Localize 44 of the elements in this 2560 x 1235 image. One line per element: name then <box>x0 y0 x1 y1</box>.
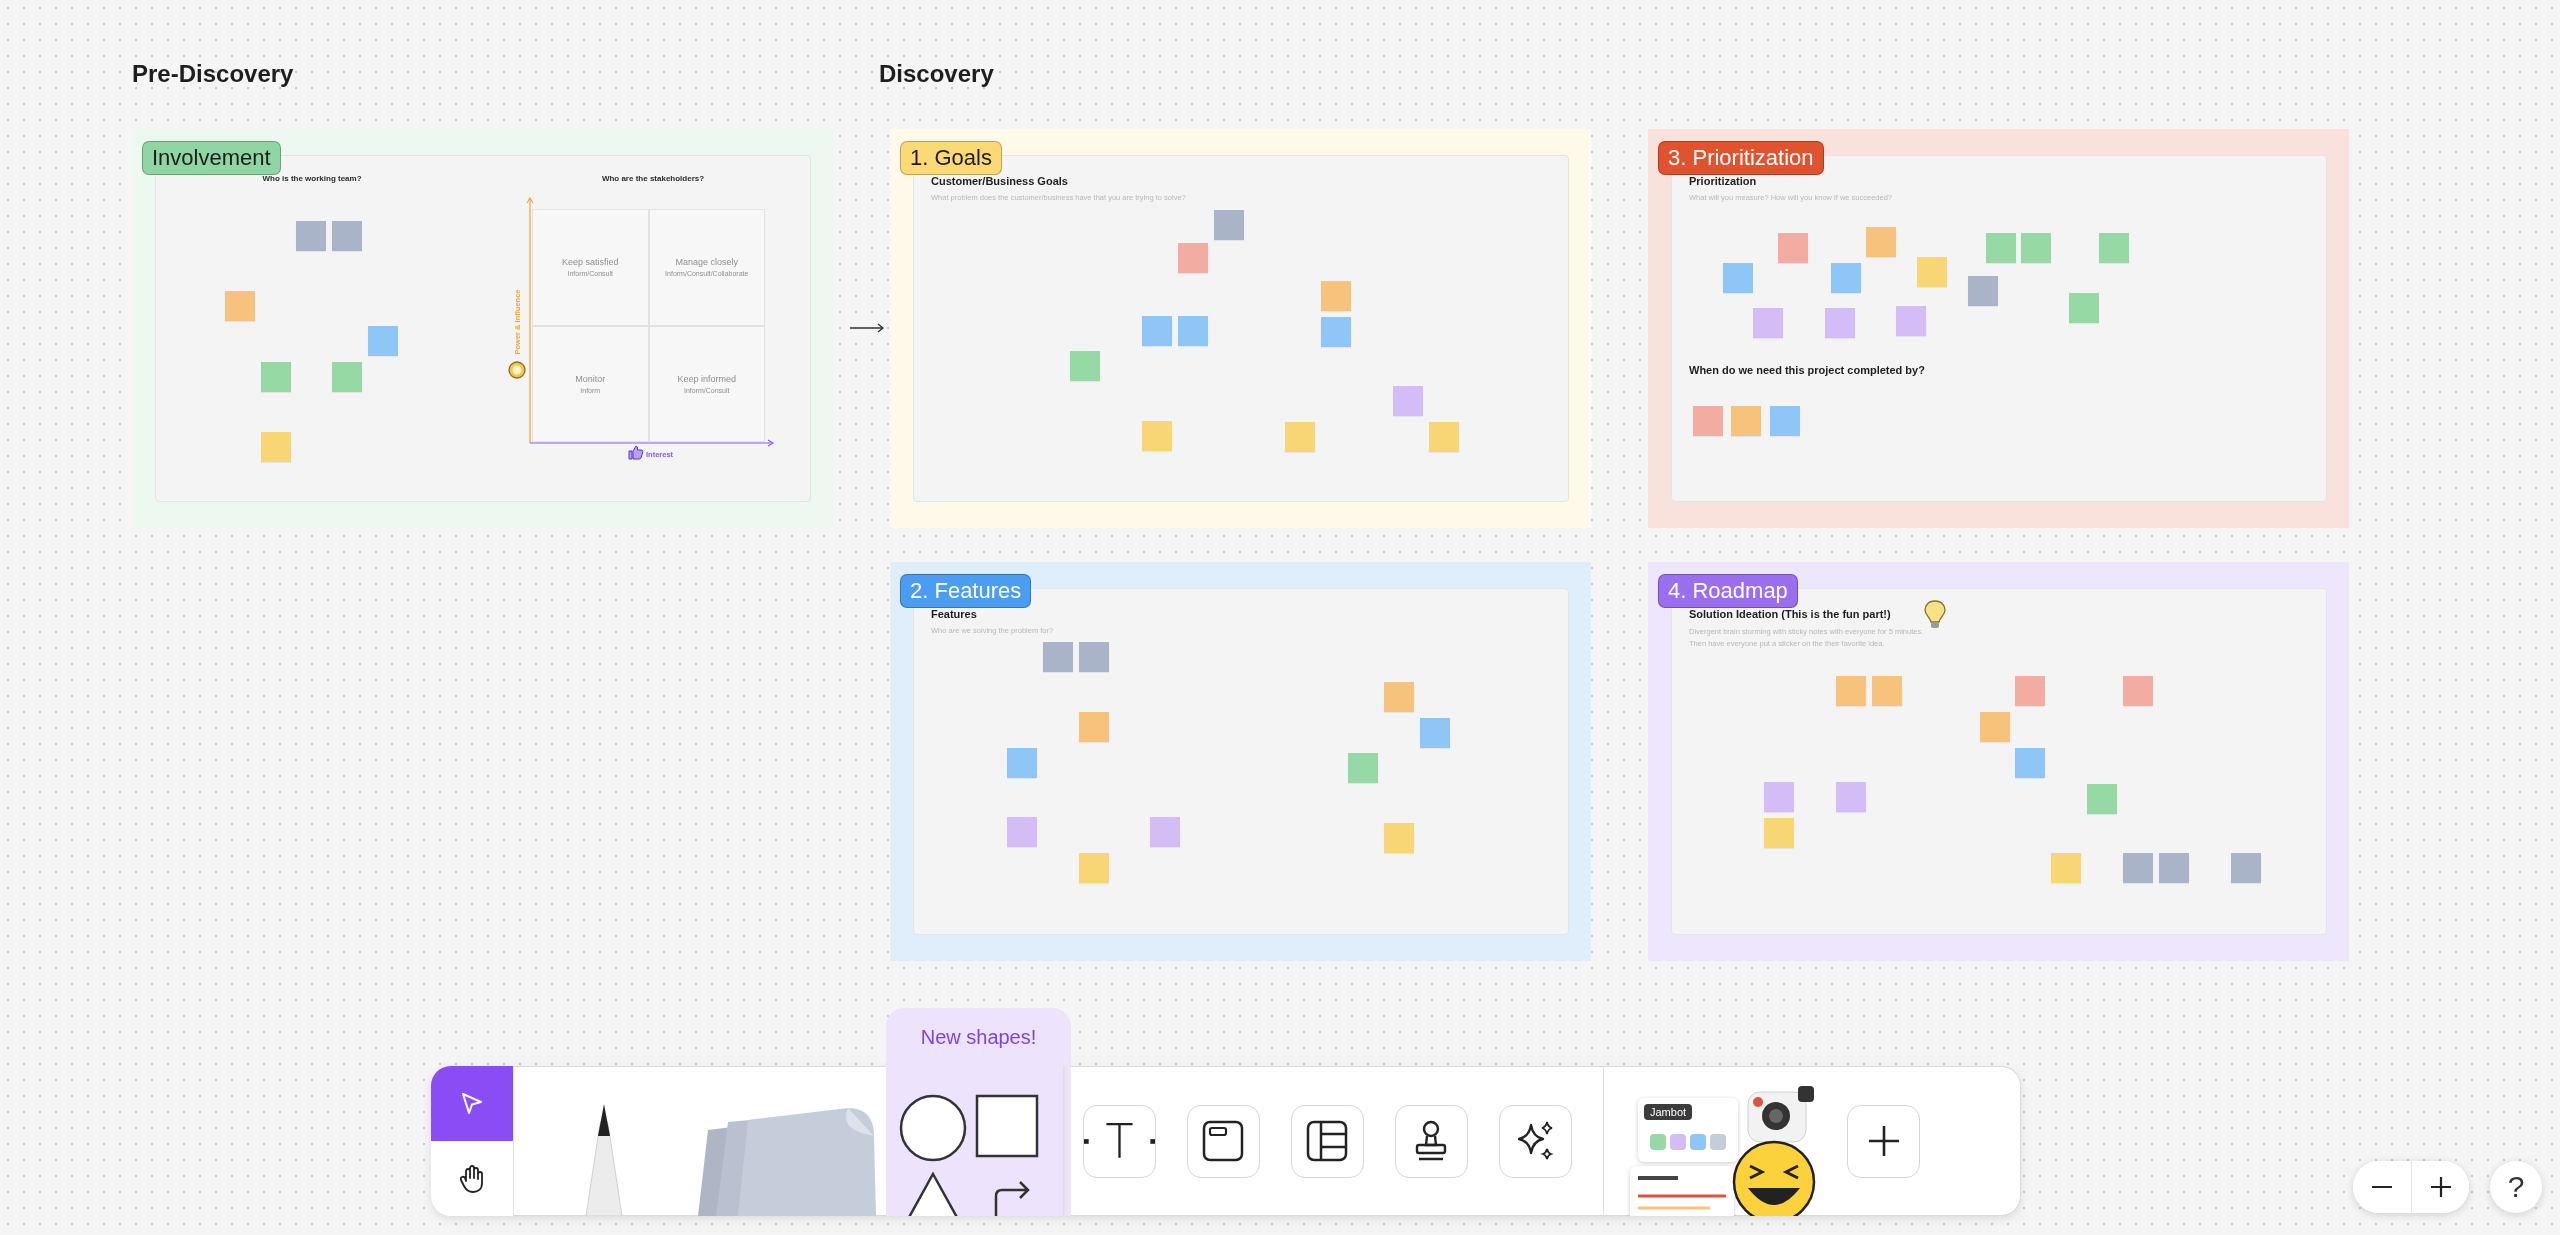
hand-icon <box>458 1163 486 1194</box>
quadrant-title: Keep satisfied <box>561 257 619 268</box>
quadrant-title: Keep informed <box>677 373 736 384</box>
card-title: Solution Ideation (This is the fun part!) <box>1689 608 1891 620</box>
select-tool-button[interactable] <box>431 1066 513 1141</box>
table-tool-button[interactable] <box>1290 1104 1364 1178</box>
stamp-tool-button[interactable] <box>1394 1104 1468 1178</box>
question-text: When do we need this project completed by? <box>1689 364 1925 376</box>
sticker-icon <box>508 361 526 379</box>
plus-icon <box>2428 1175 2453 1199</box>
add-button[interactable] <box>1847 1104 1920 1178</box>
column-title: Who is the working team? <box>262 174 362 183</box>
section-tool-button[interactable] <box>1186 1104 1260 1178</box>
frame-icon <box>1201 1119 1245 1163</box>
text-tool-button[interactable] <box>1082 1104 1156 1178</box>
square-shape-icon[interactable] <box>975 1094 1039 1158</box>
chart-widget-drawing[interactable] <box>1630 1166 1734 1216</box>
minus-icon <box>2370 1185 2394 1189</box>
widget-card[interactable]: Jambot <box>1638 1098 1738 1162</box>
section-label[interactable]: 4. Roadmap <box>1658 574 1798 608</box>
new-shapes-label: New shapes! <box>919 1026 1038 1049</box>
quadrant-title: Monitor <box>575 373 606 384</box>
section-label[interactable]: 1. Goals <box>900 141 1002 175</box>
widget-title: Jambot <box>1644 1104 1693 1120</box>
cursor-icon <box>459 1090 485 1117</box>
card-title: Prioritization <box>1689 175 1757 187</box>
zoom-in-button[interactable] <box>2411 1161 2469 1213</box>
section-heading: Discovery <box>879 60 995 88</box>
card-title: Customer/Business Goals <box>931 175 1068 187</box>
table-icon <box>1305 1119 1349 1163</box>
card-title: Features <box>931 608 977 620</box>
lightbulb-icon <box>1924 600 1946 630</box>
hand-tool-button[interactable] <box>431 1141 513 1216</box>
thumbs-up-icon <box>628 445 644 460</box>
column-title: Who are the stakeholders? <box>601 174 705 183</box>
arrow-connector <box>849 322 885 334</box>
circle-shape-icon[interactable] <box>898 1093 968 1163</box>
quadrant-title: Manage closely <box>675 257 738 268</box>
section-label[interactable]: Involvement <box>142 141 281 175</box>
help-button[interactable]: ? <box>2490 1161 2542 1213</box>
section-heading: Pre-Discovery <box>132 60 295 88</box>
camera-drawing[interactable] <box>1744 1084 1816 1146</box>
section-label[interactable]: 3. Prioritization <box>1658 141 1824 175</box>
ai-tool-button[interactable] <box>1498 1104 1572 1178</box>
